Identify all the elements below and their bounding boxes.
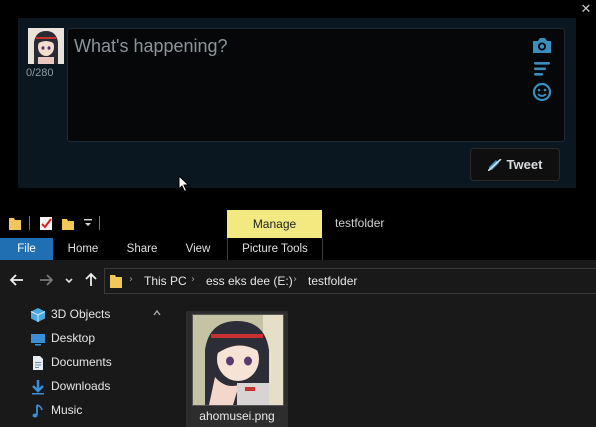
tab-home[interactable]: Home bbox=[56, 238, 110, 260]
folder-icon bbox=[9, 218, 21, 230]
sidebar-item-label: Desktop bbox=[51, 331, 96, 345]
image-thumbnail bbox=[193, 315, 283, 405]
sidebar-item-downloads[interactable]: Downloads bbox=[28, 376, 168, 398]
address-bar[interactable]: › This PC › ess eks dee (E:) › testfolde… bbox=[104, 268, 596, 294]
sidebar-item-label: Music bbox=[51, 403, 83, 417]
sidebar-item-documents[interactable]: Documents bbox=[28, 352, 168, 374]
emoji-icon[interactable] bbox=[531, 82, 553, 102]
sidebar-item-music[interactable]: Music bbox=[28, 400, 168, 422]
up-arrow-icon[interactable] bbox=[83, 272, 99, 288]
forward-arrow-icon[interactable] bbox=[38, 272, 54, 288]
file-list: ahomusei.png bbox=[170, 300, 596, 427]
customize-toolbar-icon[interactable] bbox=[82, 215, 94, 231]
avatar[interactable] bbox=[28, 28, 64, 64]
recent-locations-chevron-icon[interactable] bbox=[63, 272, 75, 288]
tweet-placeholder: What's happening? bbox=[74, 36, 228, 56]
sidebar-item-desktop[interactable]: Desktop bbox=[28, 328, 168, 350]
close-icon[interactable]: ✕ bbox=[581, 2, 592, 17]
download-arrow-icon bbox=[32, 380, 44, 395]
title-bar: Manage testfolder bbox=[0, 208, 596, 238]
file-item[interactable]: ahomusei.png bbox=[186, 311, 288, 427]
file-thumbnail bbox=[192, 314, 284, 406]
sidebar-item-label: 3D Objects bbox=[51, 307, 111, 321]
ribbon-tabs: File Home Share View Picture Tools bbox=[0, 238, 596, 260]
tab-view[interactable]: View bbox=[173, 238, 223, 260]
separator-icon bbox=[99, 216, 100, 230]
tab-picture-tools[interactable]: Picture Tools bbox=[227, 238, 323, 260]
sidebar-item-label: Downloads bbox=[51, 379, 111, 393]
camera-icon[interactable] bbox=[531, 35, 553, 55]
properties-icon[interactable] bbox=[38, 215, 54, 231]
tweet-button-label: Tweet bbox=[506, 157, 543, 172]
window-title: testfolder bbox=[335, 216, 385, 230]
tab-share[interactable]: Share bbox=[114, 238, 170, 260]
close-button[interactable]: ✕ bbox=[579, 2, 593, 18]
character-count: 0/280 bbox=[26, 67, 54, 79]
documents-icon bbox=[33, 356, 43, 370]
chevron-right-icon[interactable]: › bbox=[293, 274, 297, 285]
new-folder-icon[interactable] bbox=[60, 215, 76, 231]
chevron-right-icon[interactable]: › bbox=[129, 274, 133, 285]
breadcrumb-drive[interactable]: ess eks dee (E:) bbox=[206, 274, 293, 288]
tab-file[interactable]: File bbox=[0, 238, 53, 260]
breadcrumb-this-pc[interactable]: This PC bbox=[144, 274, 187, 288]
text-lines-icon[interactable] bbox=[531, 59, 553, 79]
tweet-text-area[interactable]: What's happening? bbox=[67, 28, 565, 142]
avatar-image bbox=[28, 28, 64, 64]
sidebar-item-3d-objects[interactable]: 3D Objects bbox=[28, 304, 168, 326]
breadcrumb-testfolder[interactable]: testfolder bbox=[308, 274, 357, 288]
back-arrow-icon[interactable] bbox=[9, 272, 25, 288]
file-explorer-window: Manage testfolder File Home Share View P… bbox=[0, 208, 596, 427]
tab-manage[interactable]: Manage bbox=[227, 210, 322, 238]
pen-icon bbox=[487, 158, 502, 171]
sidebar-item-label: Documents bbox=[51, 355, 112, 369]
navigation-bar: › This PC › ess eks dee (E:) › testfolde… bbox=[0, 260, 596, 300]
mouse-cursor-icon bbox=[178, 175, 190, 193]
scroll-up-icon[interactable] bbox=[152, 308, 162, 318]
desktop-icon bbox=[31, 334, 45, 346]
navigation-pane: 3D Objects Desktop Documents Downloads M… bbox=[0, 300, 170, 427]
chevron-right-icon[interactable]: › bbox=[191, 274, 195, 285]
cube-icon bbox=[30, 308, 46, 322]
music-note-icon bbox=[32, 404, 43, 418]
separator-icon bbox=[29, 216, 30, 230]
folder-icon bbox=[110, 275, 122, 288]
tweet-composer: 0/280 What's happening? Tweet bbox=[18, 18, 576, 188]
tweet-button[interactable]: Tweet bbox=[470, 148, 560, 181]
file-name: ahomusei.png bbox=[199, 409, 275, 423]
